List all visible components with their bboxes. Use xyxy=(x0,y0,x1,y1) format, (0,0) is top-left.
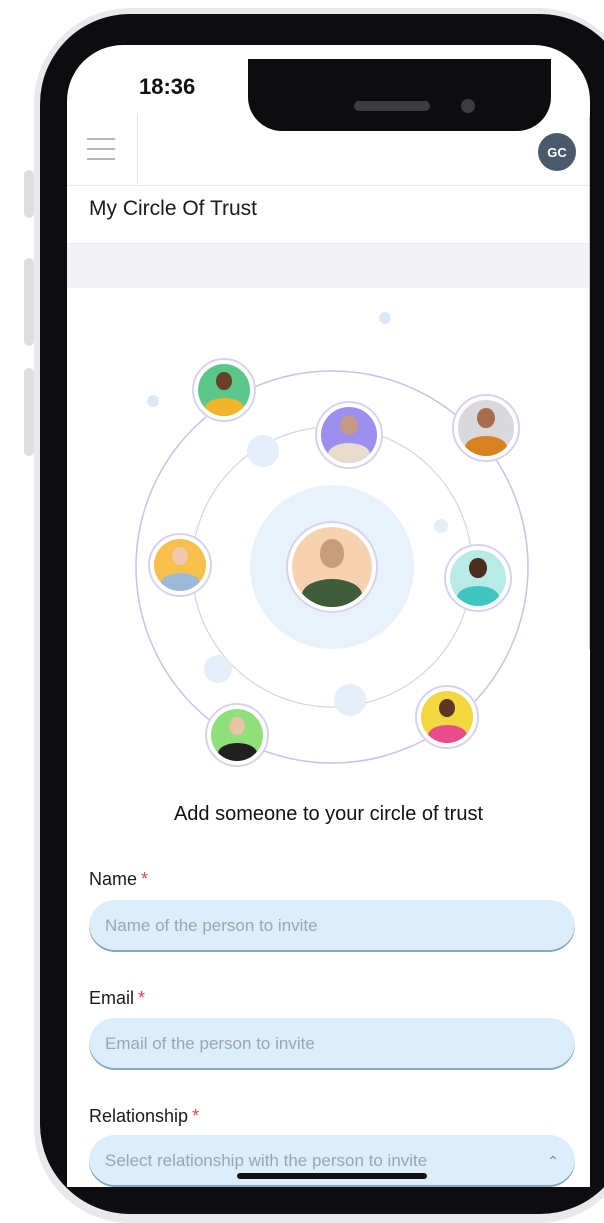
name-input[interactable]: Name of the person to invite xyxy=(89,900,575,952)
person-center-avatar xyxy=(286,521,378,613)
phone-screen: 18:36 4G 78ϟ GC My Circle Of Trust Add s… xyxy=(67,45,590,1187)
bubble xyxy=(204,655,232,683)
scrollbar[interactable] xyxy=(589,115,590,650)
email-input[interactable]: Email of the person to invite xyxy=(89,1018,575,1070)
form-heading: Add someone to your circle of trust xyxy=(173,803,484,825)
person-hijab-avatar xyxy=(315,401,383,469)
bubble xyxy=(334,684,366,716)
bubble xyxy=(434,519,448,533)
home-indicator[interactable] xyxy=(237,1173,427,1179)
person-top-left-avatar xyxy=(192,358,256,422)
notch xyxy=(248,59,551,131)
phone-mute-switch xyxy=(24,170,34,218)
front-camera xyxy=(461,99,475,113)
required-marker: * xyxy=(192,1106,200,1126)
relationship-select[interactable]: Select relationship with the person to i… xyxy=(89,1135,575,1187)
phone-volume-up xyxy=(24,258,34,346)
person-top-right-avatar xyxy=(452,394,520,462)
required-marker: * xyxy=(138,988,146,1008)
person-bottom-right-avatar xyxy=(415,685,479,749)
bubble xyxy=(147,395,159,407)
chevron-updown-icon: ⌃ xyxy=(547,1152,559,1169)
name-label: Name * xyxy=(89,869,149,889)
required-marker: * xyxy=(141,869,149,889)
person-left-avatar xyxy=(148,533,212,597)
relationship-label: Relationship * xyxy=(89,1106,200,1126)
person-bottom-left-avatar xyxy=(205,703,269,767)
person-right-avatar xyxy=(444,544,512,612)
relationship-placeholder: Select relationship with the person to i… xyxy=(105,1151,428,1170)
speaker-grille xyxy=(354,101,430,111)
bubble xyxy=(247,435,279,467)
email-label: Email * xyxy=(89,988,146,1008)
phone-volume-down xyxy=(24,368,34,456)
bubble xyxy=(379,312,391,324)
